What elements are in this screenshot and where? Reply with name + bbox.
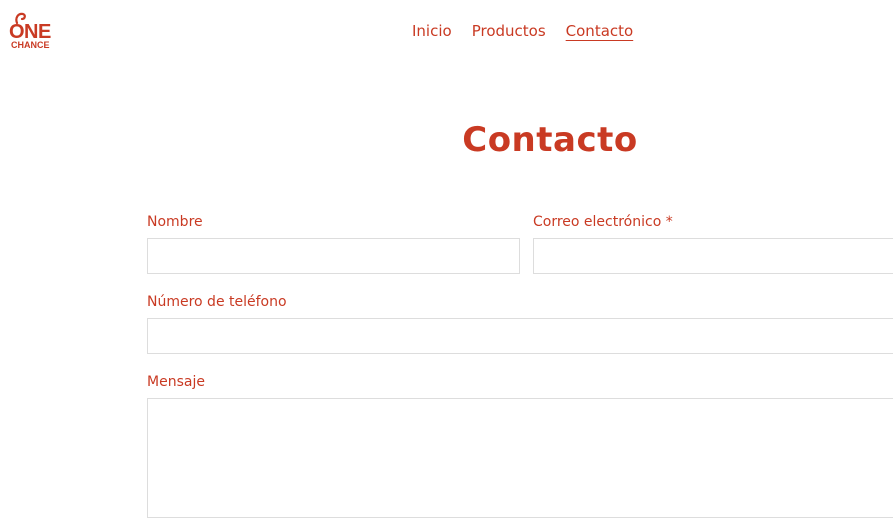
logo-wordmark-chance: CHANCE xyxy=(11,40,50,50)
message-label: Mensaje xyxy=(147,374,205,390)
main-nav: Inicio Productos Contacto xyxy=(412,22,653,40)
nav-link-contacto[interactable]: Contacto xyxy=(566,22,634,40)
name-label: Nombre xyxy=(147,214,203,230)
page-title: Contacto xyxy=(462,120,638,160)
email-label: Correo electrónico * xyxy=(533,214,673,230)
nav-link-inicio[interactable]: Inicio xyxy=(412,22,452,40)
logo-wordmark-one: ONE xyxy=(9,21,51,43)
nav-link-productos[interactable]: Productos xyxy=(472,22,546,40)
email-field[interactable] xyxy=(533,238,893,274)
phone-label: Número de teléfono xyxy=(147,294,287,310)
name-field[interactable] xyxy=(147,238,520,274)
message-textarea[interactable] xyxy=(147,398,893,518)
phone-field[interactable] xyxy=(147,318,893,354)
brand-logo[interactable]: ONE CHANCE xyxy=(8,12,68,52)
